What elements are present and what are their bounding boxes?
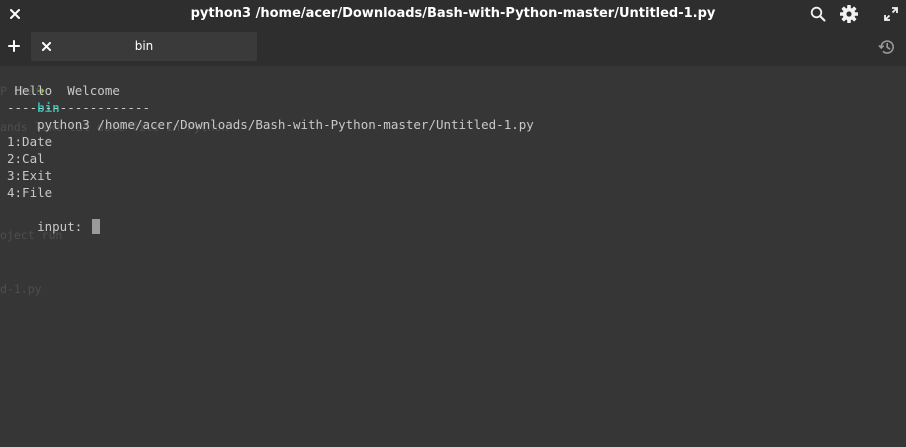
tab-bin[interactable]: bin bbox=[31, 32, 257, 61]
title-bar: python3 /home/acer/Downloads/Bash-with-P… bbox=[0, 0, 906, 28]
output-line: Hello Welcome bbox=[7, 83, 120, 98]
plus-icon[interactable] bbox=[5, 37, 23, 55]
output-line: ------------------- bbox=[7, 100, 150, 115]
history-icon[interactable] bbox=[877, 37, 897, 57]
fullscreen-icon[interactable] bbox=[882, 5, 900, 23]
tab-label: bin bbox=[134, 39, 154, 53]
ghost-text: d-1.py bbox=[0, 282, 42, 296]
menu-option: 4:File bbox=[7, 185, 53, 200]
window-title: python3 /home/acer/Downloads/Bash-with-P… bbox=[190, 6, 716, 21]
gear-icon[interactable] bbox=[838, 3, 860, 25]
menu-option: 1:Date bbox=[7, 134, 53, 149]
menu-option: 3:Exit bbox=[7, 168, 53, 183]
text-cursor bbox=[91, 219, 100, 234]
menu-option: 2:Cal bbox=[7, 151, 45, 166]
terminal-output[interactable]: P Chat ands like cat date file in Python… bbox=[0, 66, 906, 447]
command-text: python3 /home/acer/Downloads/Bash-with-P… bbox=[37, 117, 534, 132]
input-prompt: input: bbox=[37, 219, 90, 234]
command-line: ➜ bin python3 /home/acer/Downloads/Bash-… bbox=[7, 65, 534, 132]
input-prompt-line[interactable]: input: bbox=[7, 201, 100, 234]
search-icon[interactable] bbox=[808, 4, 828, 24]
